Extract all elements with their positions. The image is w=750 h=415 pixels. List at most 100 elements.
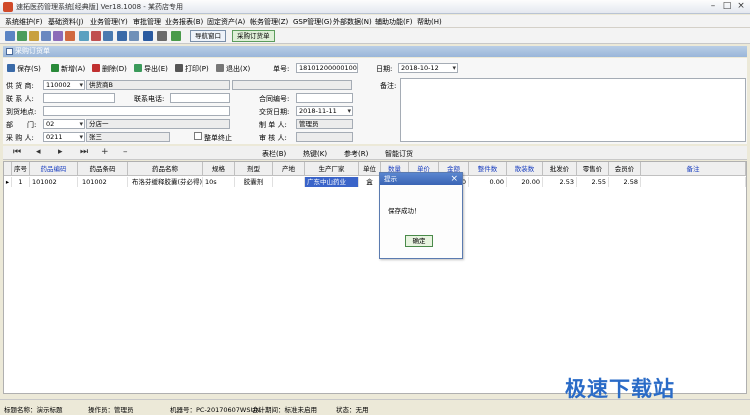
menu-gsp[interactable]: GSP管理(G) [293,17,332,27]
address-field[interactable] [43,106,230,116]
menu-basic[interactable]: 基础资料(J) [48,17,84,27]
hotkey-button[interactable]: 热键(K) [303,149,327,159]
grid-header[interactable]: 备注 [641,162,746,176]
contract-field[interactable] [296,93,353,103]
reference-button[interactable]: 参考(R) [344,149,368,159]
grid-header[interactable]: 会员价 [609,162,641,176]
smart-order-button[interactable]: 智能订货 [385,149,413,159]
help-icon[interactable] [143,31,153,41]
terminate-checkbox[interactable] [194,132,202,140]
grid-header[interactable]: 规格 [203,162,235,176]
tag-icon[interactable] [91,31,101,41]
items-grid[interactable]: 序号 药品编码 药品条码 药品名称 规格 剂型 产地 生产厂家 单位 数量 单价… [3,161,747,394]
menu-business[interactable]: 业务管理(Y) [90,17,128,27]
delete-row-icon[interactable]: – [123,147,128,157]
folder-icon[interactable] [29,31,39,41]
auditor-label: 审 核 人: [259,134,287,142]
save-button[interactable]: 保存(S) [7,64,41,74]
delete-button[interactable]: 删除(D) [92,64,127,74]
delivery-date-field[interactable]: 2018-11-11 [296,106,353,116]
grid-header[interactable]: 零售价 [577,162,609,176]
contact-label: 联 系 人: [6,95,34,103]
menu-system[interactable]: 系统维护(F) [5,17,43,27]
save-icon[interactable] [103,31,113,41]
minimize-icon[interactable]: – [706,1,720,12]
order-tab[interactable]: 采购订货单 [232,30,275,42]
grid-header[interactable]: 药品名称 [128,162,203,176]
grid-header[interactable]: 批发价 [543,162,577,176]
grid-header[interactable]: 散装数 [507,162,543,176]
new-button[interactable]: 新增(A) [51,64,85,74]
maximize-icon[interactable]: □ [720,1,734,12]
last-record-icon[interactable]: ⏭ [80,147,88,157]
table-icon[interactable] [41,31,51,41]
cell-spec[interactable]: 10s [203,177,235,187]
buyer-code-field[interactable]: 0211 [43,132,85,142]
order-no-field[interactable]: 1810120000010001 [296,63,358,73]
lock-icon[interactable] [157,31,167,41]
cell-origin[interactable] [273,177,305,187]
chart-icon[interactable] [65,31,75,41]
grid-header[interactable]: 单位 [359,162,381,176]
cell-member[interactable]: 2.58 [609,177,641,187]
date-field[interactable]: 2018-10-12 [398,63,458,73]
menu-reports[interactable]: 业务报表(B) [165,17,203,27]
buyer-label: 采 购 人: [6,134,34,142]
menu-help[interactable]: 帮助(H) [417,17,442,27]
report-icon[interactable] [53,31,63,41]
dialog-close-icon[interactable]: × [450,173,458,185]
menu-tools[interactable]: 辅助功能(F) [375,17,413,27]
cell-wholesale[interactable]: 2.53 [543,177,577,187]
action-bar: 保存(S) 新增(A) 删除(D) 导出(E) 打印(P) 退出(X) 单号: … [3,58,747,78]
next-record-icon[interactable]: ▸ [58,147,63,157]
add-row-icon[interactable]: + [101,147,109,157]
calc-icon[interactable] [117,31,127,41]
menu-assets[interactable]: 固定资产(A) [207,17,245,27]
cell-whole[interactable]: 0.00 [469,177,507,187]
grid-header[interactable]: 药品条码 [78,162,128,176]
menu-accounts[interactable]: 帐务管理(Z) [250,17,288,27]
columns-button[interactable]: 表栏(B) [262,149,286,159]
export-button[interactable]: 导出(E) [134,64,168,74]
grid-header[interactable]: 生产厂家 [305,162,359,176]
menu-external[interactable]: 外部数据(N) [333,17,372,27]
grid-header[interactable]: 序号 [12,162,30,176]
users-icon[interactable] [79,31,89,41]
menu-approval[interactable]: 审批管理 [133,17,161,27]
message-dialog: 提示 × 保存成功！ 确定 [379,172,463,259]
exit-button[interactable]: 退出(X) [216,64,250,74]
cell-remark[interactable] [641,177,746,187]
new-doc-icon[interactable] [5,31,15,41]
first-record-icon[interactable]: ⏮ [13,147,21,157]
print-button[interactable]: 打印(P) [175,64,209,74]
cell-loose[interactable]: 20.00 [507,177,543,187]
cell-maker[interactable]: 广东中山药业 [305,177,359,187]
save-icon [7,64,15,72]
grid-header[interactable]: 剂型 [235,162,273,176]
remark-field[interactable] [400,78,746,142]
prev-record-icon[interactable]: ◂ [36,147,41,157]
address-label: 到货地点: [6,108,37,116]
contact-field[interactable] [43,93,115,103]
close-icon[interactable]: × [734,1,748,12]
status-machine: 机器号：PC-20170607WSUN [170,406,261,414]
cell-retail[interactable]: 2.55 [577,177,609,187]
dept-code-field[interactable]: 02 [43,119,85,129]
supplier-code-field[interactable]: 110002 [43,80,85,90]
cell-form[interactable]: 胶囊剂 [235,177,273,187]
cell-barcode[interactable]: 101002 [78,177,128,187]
grid-header[interactable]: 产地 [273,162,305,176]
grid-header[interactable]: 整件数 [469,162,507,176]
cell-name[interactable]: 布洛芬缓释胶囊(芬必得) [128,177,203,187]
supplier-extra-field [232,80,352,90]
list-icon[interactable] [17,31,27,41]
cell-code[interactable]: 101002 [30,177,78,187]
cell-unit[interactable]: 盒 [359,177,381,187]
exit-icon[interactable] [171,31,181,41]
nav-window-tab[interactable]: 导航窗口 [190,30,226,42]
print-icon[interactable] [129,31,139,41]
grid-header[interactable]: 药品编码 [30,162,78,176]
cell-index[interactable]: 1 [12,177,30,187]
phone-field[interactable] [170,93,230,103]
dialog-ok-button[interactable]: 确定 [405,235,433,247]
